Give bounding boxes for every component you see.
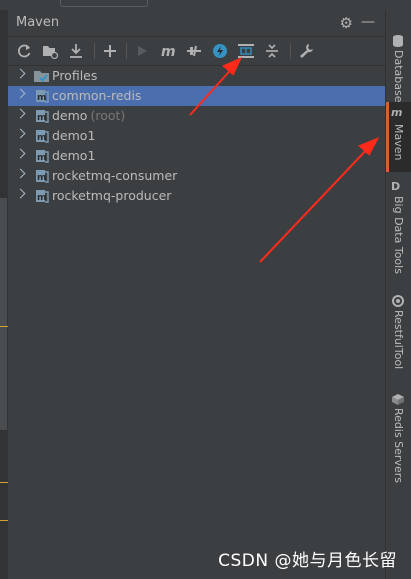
maven-module-icon: m <box>34 169 50 183</box>
toolbar-separator <box>126 43 127 59</box>
maven-icon: m <box>391 106 403 119</box>
toolbar-separator <box>94 43 95 59</box>
maven-toolbar: m <box>8 37 385 66</box>
svg-text:m: m <box>37 193 46 203</box>
svg-text:m: m <box>37 113 46 123</box>
collapse-all-icon[interactable] <box>262 41 282 61</box>
gear-icon[interactable]: ⚙ <box>340 14 353 32</box>
run-config-selector[interactable] <box>60 0 148 7</box>
redis-servers-icon <box>391 392 405 409</box>
add-maven-project-icon[interactable] <box>100 41 120 61</box>
maven-module-icon: m <box>34 89 50 103</box>
ide-top-strip <box>0 0 411 10</box>
tree-item-name: demo <box>52 108 88 123</box>
back-icon[interactable] <box>12 0 22 6</box>
execute-maven-goal-icon[interactable]: m <box>158 41 178 61</box>
toggle-skip-tests-icon[interactable] <box>210 41 230 61</box>
watermark: CSDN @她与月色长留 <box>218 551 397 571</box>
gutter-marker <box>0 520 8 521</box>
reload-all-projects-icon[interactable] <box>14 41 34 61</box>
chevron-right-icon[interactable] <box>15 108 26 119</box>
tool-window-title: Maven <box>16 15 60 30</box>
maven-module-icon: m <box>34 109 50 123</box>
svg-text:m: m <box>37 173 46 183</box>
toggle-offline-mode-icon[interactable] <box>184 41 204 61</box>
toolbar-separator <box>290 43 291 59</box>
tree-item-demo1[interactable]: m demo1 <box>8 146 385 166</box>
tree-item-label: rocketmq-producer <box>52 188 172 203</box>
maven-tool-window: Maven ⚙ — m Profiles m common-redis m de… <box>8 10 385 579</box>
tab-label: Big Data Tools <box>392 196 405 274</box>
editor-scrollbar[interactable] <box>0 198 7 430</box>
editor-edge <box>0 10 8 579</box>
minimize-icon[interactable]: — <box>361 14 375 30</box>
chevron-right-icon[interactable] <box>15 68 26 79</box>
maven-module-icon: m <box>34 129 50 143</box>
tab-label: RestfulTool <box>392 310 405 370</box>
tree-item-profiles[interactable]: Profiles <box>8 66 385 86</box>
database-icon <box>391 34 405 51</box>
svg-text:m: m <box>37 133 46 143</box>
tree-item-label: demo1 <box>52 128 96 143</box>
tree-item-label: common-redis <box>52 88 142 103</box>
tab-database[interactable]: Database <box>386 34 411 103</box>
chevron-right-icon[interactable] <box>15 148 26 159</box>
maven-module-icon: m <box>34 149 50 163</box>
chevron-right-icon[interactable] <box>15 188 26 199</box>
root-suffix: (root) <box>90 108 126 123</box>
tab-restfultool[interactable]: RestfulTool <box>386 294 411 374</box>
tab-label: Maven <box>392 124 405 161</box>
big-data-tools-icon: D <box>391 180 401 193</box>
gutter-marker <box>0 482 8 483</box>
tab-redis-servers[interactable]: Redis Servers <box>386 392 411 483</box>
tab-maven[interactable]: m Maven <box>386 102 411 172</box>
tree-item-label: demo1 <box>52 148 96 163</box>
tree-item-rocketmq-consumer[interactable]: m rocketmq-consumer <box>8 166 385 186</box>
tab-big-data-tools[interactable]: D Big Data Tools <box>386 180 411 280</box>
maven-settings-icon[interactable] <box>296 41 316 61</box>
tree-item-demo[interactable]: m demo (root) <box>8 106 385 126</box>
chevron-right-icon[interactable] <box>15 88 26 99</box>
chevron-right-icon[interactable] <box>15 168 26 179</box>
tab-label: Database <box>392 50 405 103</box>
tree-item-rocketmq-producer[interactable]: m rocketmq-producer <box>8 186 385 206</box>
show-dependencies-icon[interactable] <box>236 41 256 61</box>
restful-tool-icon <box>391 294 405 311</box>
svg-text:m: m <box>37 93 46 103</box>
maven-module-icon: m <box>34 189 50 203</box>
tree-item-common-redis[interactable]: m common-redis <box>8 86 385 106</box>
right-tool-stripe: Database m Maven D Big Data Tools Restfu… <box>385 10 411 579</box>
active-tab-indicator <box>386 102 389 172</box>
tree-item-label: Profiles <box>52 68 98 83</box>
generate-sources-icon[interactable] <box>40 41 60 61</box>
gutter-marker <box>0 326 8 327</box>
chevron-right-icon[interactable] <box>15 128 26 139</box>
tree-item-label: rocketmq-consumer <box>52 168 178 183</box>
profiles-folder-icon <box>34 69 50 83</box>
tool-window-header: Maven ⚙ — <box>8 10 385 37</box>
run-maven-build-icon[interactable] <box>132 41 152 61</box>
tree-item-label: demo (root) <box>52 108 125 123</box>
download-sources-icon[interactable] <box>66 41 86 61</box>
svg-text:m: m <box>37 153 46 163</box>
tab-label: Redis Servers <box>392 408 405 483</box>
tree-item-demo1[interactable]: m demo1 <box>8 126 385 146</box>
svg-text:m: m <box>161 44 176 59</box>
